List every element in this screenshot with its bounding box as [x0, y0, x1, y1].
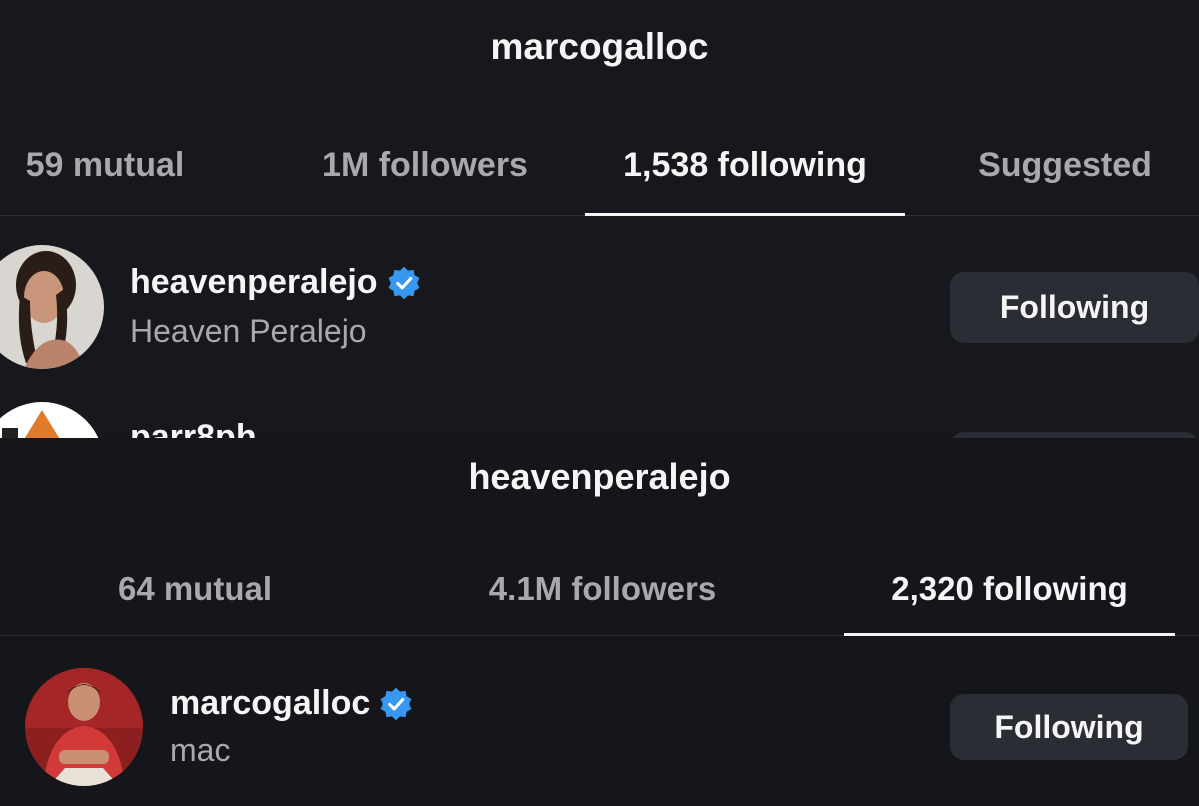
tab-mutual[interactable]: 64 mutual: [80, 566, 310, 635]
full-name: Heaven Peralejo: [130, 313, 367, 349]
username[interactable]: parr8ph: [130, 418, 257, 438]
tab-suggested[interactable]: Suggested: [955, 140, 1175, 215]
following-button[interactable]: Following: [950, 272, 1199, 343]
avatar[interactable]: [0, 402, 104, 438]
verified-badge-icon: [388, 266, 420, 299]
username[interactable]: marcogalloc: [170, 684, 414, 723]
username[interactable]: heavenperalejo: [130, 263, 422, 302]
active-tab-indicator: [585, 213, 905, 216]
following-panel-marcogalloc: marcogalloc 59 mutual 1M followers 1,538…: [0, 0, 1199, 438]
tab-following[interactable]: 2,320 following: [844, 566, 1175, 636]
verified-badge-icon: [380, 687, 412, 720]
full-name: mac: [170, 732, 231, 768]
tab-following-label: 2,320 following: [891, 570, 1128, 607]
profile-title: marcogalloc: [490, 26, 709, 67]
tab-bar: 59 mutual 1M followers 1,538 following S…: [0, 140, 1199, 216]
active-tab-indicator: [844, 633, 1175, 636]
tab-mutual[interactable]: 59 mutual: [0, 140, 210, 215]
following-panel-heavenperalejo: heavenperalejo 64 mutual 4.1M followers …: [0, 438, 1199, 806]
tab-following[interactable]: 1,538 following: [585, 140, 905, 216]
username-text: heavenperalejo: [130, 263, 378, 301]
username-text: parr8ph: [130, 418, 257, 438]
username-text: marcogalloc: [170, 684, 371, 722]
following-button[interactable]: Following: [950, 694, 1188, 760]
tab-following-label: 1,538 following: [623, 146, 867, 184]
avatar[interactable]: [0, 245, 104, 369]
tab-bar: 64 mutual 4.1M followers 2,320 following: [0, 566, 1199, 636]
profile-title: heavenperalejo: [468, 456, 731, 497]
tab-followers[interactable]: 1M followers: [300, 140, 550, 215]
avatar[interactable]: [25, 668, 143, 786]
tab-followers[interactable]: 4.1M followers: [460, 566, 745, 635]
